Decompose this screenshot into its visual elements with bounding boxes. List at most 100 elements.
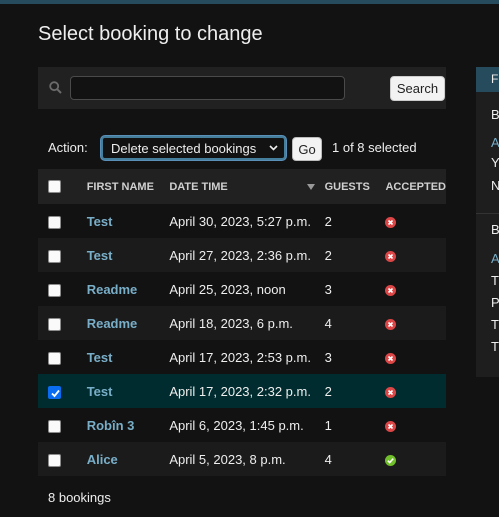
filter-item[interactable]: T: [491, 317, 499, 332]
date-time-cell: April 27, 2023, 2:36 p.m.: [169, 247, 311, 263]
chevron-down-icon: [269, 145, 278, 151]
table-row: Readme April 18, 2023, 6 p.m. 4: [38, 306, 446, 340]
column-header-date-time[interactable]: Date time: [163, 169, 318, 204]
first-name-link[interactable]: Alice: [81, 442, 164, 476]
action-bar: Action: Delete selected bookings Go 1 of…: [48, 135, 448, 161]
date-time-cell: April 17, 2023, 2:32 p.m.: [169, 383, 311, 399]
filter-section-title: B: [491, 222, 499, 237]
filter-item[interactable]: N: [491, 178, 499, 193]
first-name-link[interactable]: Test: [81, 204, 164, 238]
row-checkbox[interactable]: [48, 385, 61, 399]
action-select[interactable]: Delete selected bookings: [101, 136, 286, 160]
date-time-cell: April 17, 2023, 2:53 p.m.: [169, 349, 311, 365]
filter-item[interactable]: A: [491, 135, 499, 150]
filter-section-title: B: [491, 107, 499, 122]
first-name-link[interactable]: Readme: [81, 272, 164, 306]
cross-icon: [385, 216, 397, 228]
column-header-accepted[interactable]: Accepted: [379, 169, 446, 204]
table-row: Robîn 3 April 6, 2023, 1:45 p.m. 1: [38, 408, 446, 442]
column-header-first-name[interactable]: First name: [81, 169, 164, 204]
accepted-cell: [379, 340, 446, 374]
cross-icon: [385, 318, 397, 330]
first-name-link[interactable]: Readme: [81, 306, 164, 340]
table-row: Readme April 25, 2023, noon 3: [38, 272, 446, 306]
first-name-link[interactable]: Test: [81, 374, 164, 408]
table-row: Test April 30, 2023, 5:27 p.m. 2: [38, 204, 446, 238]
accepted-cell: [379, 306, 446, 340]
row-checkbox[interactable]: [48, 283, 61, 297]
column-header-guests[interactable]: Guests: [319, 169, 380, 204]
date-time-cell: April 30, 2023, 5:27 p.m.: [169, 213, 311, 229]
row-checkbox[interactable]: [48, 249, 61, 263]
search-bar: Search: [38, 67, 446, 109]
accepted-cell: [379, 374, 446, 408]
guests-cell: 4: [324, 315, 332, 331]
row-checkbox[interactable]: [48, 215, 61, 229]
search-input[interactable]: [70, 76, 345, 100]
top-header-bar: [0, 0, 499, 4]
table-row: Test April 17, 2023, 2:53 p.m. 3: [38, 340, 446, 374]
guests-cell: 3: [324, 349, 332, 365]
guests-cell: 4: [324, 451, 332, 467]
column-header-date-time-label: Date time: [169, 180, 228, 193]
guests-cell: 3: [324, 281, 332, 297]
action-label: Action:: [48, 140, 88, 155]
first-name-link[interactable]: Robîn 3: [81, 408, 164, 442]
action-select-value: Delete selected bookings: [111, 140, 257, 156]
filter-item[interactable]: T: [491, 339, 499, 354]
accepted-cell: [379, 442, 446, 476]
first-name-link[interactable]: Test: [81, 340, 164, 374]
row-select-cell: [38, 408, 81, 442]
cross-icon: [385, 352, 397, 364]
search-button[interactable]: Search: [390, 76, 445, 101]
guests-cell: 2: [324, 213, 332, 229]
results-table: First name Date time Guests Accepted Tes…: [38, 169, 446, 476]
row-checkbox[interactable]: [48, 351, 61, 365]
search-icon: [49, 81, 62, 94]
guests-cell: 2: [324, 247, 332, 263]
row-select-cell: [38, 340, 81, 374]
cross-icon: [385, 250, 397, 262]
date-time-cell: April 6, 2023, 1:45 p.m.: [169, 417, 304, 433]
table-row: Test April 27, 2023, 2:36 p.m. 2: [38, 238, 446, 272]
guests-cell: 2: [324, 383, 332, 399]
filter-item[interactable]: A: [491, 251, 499, 266]
row-checkbox[interactable]: [48, 419, 61, 433]
cross-icon: [385, 386, 397, 398]
select-all-checkbox[interactable]: [48, 180, 61, 193]
cross-icon: [385, 420, 397, 432]
filter-header: F: [476, 67, 499, 92]
accepted-cell: [379, 408, 446, 442]
accepted-cell: [379, 238, 446, 272]
date-time-cell: April 18, 2023, 6 p.m.: [169, 315, 293, 331]
sort-descending-icon[interactable]: [306, 184, 315, 190]
row-select-cell: [38, 306, 81, 340]
row-checkbox[interactable]: [48, 453, 61, 467]
row-select-cell: [38, 442, 81, 476]
filter-item[interactable]: P: [491, 295, 499, 310]
filter-sidebar: F B A Y N B A T P T T: [476, 67, 499, 377]
row-checkbox[interactable]: [48, 317, 61, 331]
accepted-cell: [379, 204, 446, 238]
select-all-header: [38, 169, 81, 204]
date-time-cell: April 25, 2023, noon: [169, 281, 286, 297]
cross-icon: [385, 284, 397, 296]
filter-item[interactable]: Y: [491, 155, 499, 170]
row-select-cell: [38, 272, 81, 306]
first-name-link[interactable]: Test: [81, 238, 164, 272]
table-row: Test April 17, 2023, 2:32 p.m. 2: [38, 374, 446, 408]
selection-counter: 1 of 8 selected: [332, 140, 417, 155]
table-row: Alice April 5, 2023, 8 p.m. 4: [38, 442, 446, 476]
guests-cell: 1: [324, 417, 332, 433]
row-select-cell: [38, 204, 81, 238]
filter-item[interactable]: T: [491, 273, 499, 288]
accepted-cell: [379, 272, 446, 306]
filter-divider: [476, 213, 499, 214]
table-header-row: First name Date time Guests Accepted: [38, 169, 446, 204]
page-title: Select booking to change: [38, 23, 263, 45]
result-count: 8 bookings: [48, 490, 111, 505]
go-button[interactable]: Go: [292, 137, 322, 161]
check-icon: [385, 454, 397, 466]
row-select-cell: [38, 374, 81, 408]
row-select-cell: [38, 238, 81, 272]
